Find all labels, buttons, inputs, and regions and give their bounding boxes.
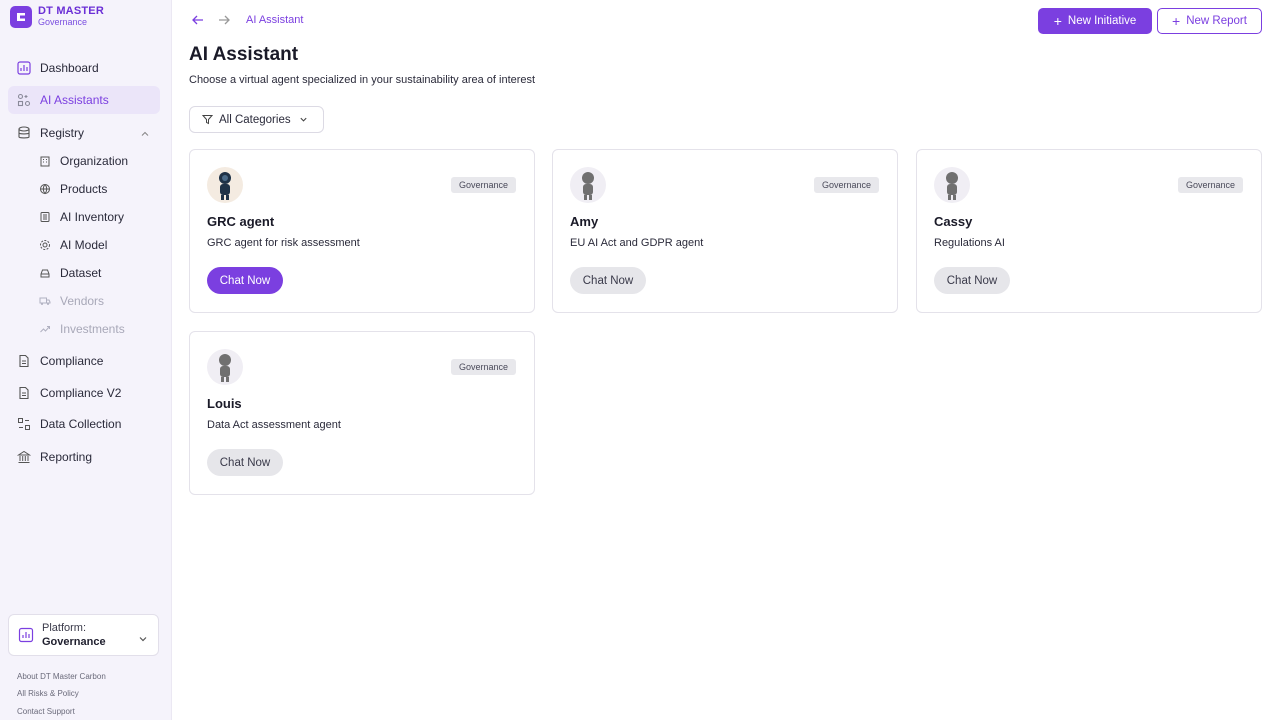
agent-name: Amy <box>570 214 599 229</box>
forward-arrow-icon[interactable] <box>216 12 232 28</box>
breadcrumb[interactable]: AI Assistant <box>246 14 303 26</box>
drive-icon <box>38 266 52 280</box>
agent-description: Data Act assessment agent <box>207 419 341 431</box>
collection-icon <box>16 416 32 432</box>
sidebar-item-compliance-v2[interactable]: Compliance V2 <box>8 379 160 407</box>
brand-name: DT MASTER <box>38 5 104 17</box>
chart-icon <box>18 627 34 643</box>
plus-icon: + <box>1172 13 1181 29</box>
new-report-button[interactable]: + New Report <box>1157 8 1262 34</box>
grid-icon <box>16 92 32 108</box>
bank-icon <box>16 449 32 465</box>
brand[interactable]: DT MASTER Governance <box>10 6 104 28</box>
database-icon <box>16 125 32 141</box>
agent-name: Louis <box>207 396 242 411</box>
sidebar-subitem-ai-inventory[interactable]: AI Inventory <box>38 206 158 228</box>
category-badge: Governance <box>450 359 516 375</box>
footer-link-contact-support[interactable]: Contact Support <box>17 707 75 716</box>
sidebar-subitem-label: AI Model <box>60 238 108 252</box>
top-navigation: AI Assistant <box>190 12 303 28</box>
agent-name: GRC agent <box>207 214 275 229</box>
agent-card-cassy: Governance Cassy Regulations AI Chat Now <box>916 149 1262 313</box>
footer-link-about[interactable]: About DT Master Carbon <box>17 672 106 681</box>
agent-avatar <box>207 349 243 385</box>
box-icon <box>38 210 52 224</box>
agent-card-louis: Governance Louis Data Act assessment age… <box>189 331 535 495</box>
trend-icon <box>38 322 52 336</box>
page-subtitle: Choose a virtual agent specialized in yo… <box>189 74 536 86</box>
platform-selector[interactable]: Platform: Governance <box>8 614 159 656</box>
sidebar-subitem-products[interactable]: Products <box>38 178 158 200</box>
agent-description: GRC agent for risk assessment <box>207 237 360 249</box>
sidebar-subitem-organization[interactable]: Organization <box>38 150 158 172</box>
agent-card-amy: Governance Amy EU AI Act and GDPR agent … <box>552 149 898 313</box>
category-badge: Governance <box>450 177 516 193</box>
platform-value: Governance <box>42 636 106 648</box>
chevron-down-icon <box>138 631 148 649</box>
chevron-up-icon[interactable] <box>140 128 150 142</box>
sidebar-item-compliance[interactable]: Compliance <box>8 347 160 375</box>
sidebar-subitem-dataset[interactable]: Dataset <box>38 262 158 284</box>
sidebar-subitem-label: Organization <box>60 154 129 168</box>
sidebar: DT MASTER Governance Dashboard AI Assist… <box>0 0 172 720</box>
agent-name: Cassy <box>934 214 973 229</box>
agent-avatar <box>207 167 243 203</box>
sidebar-subitem-label: AI Inventory <box>60 210 125 224</box>
sidebar-item-data-collection[interactable]: Data Collection <box>8 410 160 438</box>
category-filter-dropdown[interactable]: All Categories <box>189 106 324 133</box>
chat-now-button[interactable]: Chat Now <box>207 449 283 476</box>
chevron-down-icon <box>299 115 308 124</box>
main-content: AI Assistant + New Initiative + New Repo… <box>172 0 1280 720</box>
plus-icon: + <box>1053 13 1062 29</box>
category-badge: Governance <box>1177 177 1243 193</box>
page-title: AI Assistant <box>189 44 299 65</box>
agent-description: EU AI Act and GDPR agent <box>570 237 704 249</box>
filter-label: All Categories <box>219 113 291 126</box>
sidebar-item-label: Dashboard <box>40 61 99 75</box>
new-initiative-button[interactable]: + New Initiative <box>1038 8 1152 34</box>
agent-card-grc-agent: Governance GRC agent GRC agent for risk … <box>189 149 535 313</box>
back-arrow-icon[interactable] <box>190 12 206 28</box>
chat-now-button[interactable]: Chat Now <box>934 267 1010 294</box>
chat-now-button[interactable]: Chat Now <box>570 267 646 294</box>
sidebar-subitem-ai-model[interactable]: AI Model <box>38 234 158 256</box>
sidebar-item-registry[interactable]: Registry <box>8 119 160 147</box>
chart-icon <box>16 60 32 76</box>
file-icon <box>16 385 32 401</box>
chat-now-button[interactable]: Chat Now <box>207 267 283 294</box>
building-icon <box>38 154 52 168</box>
filter-icon <box>202 114 213 125</box>
sidebar-item-label: Compliance <box>40 354 104 368</box>
footer-link-risks-policy[interactable]: All Risks & Policy <box>17 689 79 698</box>
sidebar-item-label: Data Collection <box>40 417 122 431</box>
category-badge: Governance <box>813 177 879 193</box>
sidebar-subitem-label: Products <box>60 182 108 196</box>
platform-label: Platform: <box>42 622 87 634</box>
sidebar-subitem-investments[interactable]: Investments <box>38 318 158 340</box>
sidebar-item-dashboard[interactable]: Dashboard <box>8 54 160 82</box>
sidebar-item-label: Reporting <box>40 450 93 464</box>
globe-icon <box>38 182 52 196</box>
sidebar-subitem-label: Investments <box>60 322 125 336</box>
sidebar-item-label: AI Assistants <box>40 93 109 107</box>
sidebar-item-label: Compliance V2 <box>40 386 122 400</box>
sidebar-item-ai-assistants[interactable]: AI Assistants <box>8 86 160 114</box>
sidebar-subitem-vendors[interactable]: Vendors <box>38 290 158 312</box>
sidebar-subitem-label: Vendors <box>60 294 105 308</box>
new-report-label: New Report <box>1186 15 1247 27</box>
sidebar-item-label: Registry <box>40 126 85 140</box>
new-initiative-label: New Initiative <box>1067 15 1137 27</box>
agent-avatar <box>570 167 606 203</box>
sidebar-subitem-label: Dataset <box>60 266 102 280</box>
file-icon <box>16 353 32 369</box>
gear-icon <box>38 238 52 252</box>
brand-subtitle: Governance <box>38 17 88 27</box>
sidebar-item-reporting[interactable]: Reporting <box>8 443 160 471</box>
truck-icon <box>38 294 52 308</box>
agent-avatar <box>934 167 970 203</box>
agent-description: Regulations AI <box>934 237 1005 249</box>
brand-logo-icon <box>10 6 32 28</box>
